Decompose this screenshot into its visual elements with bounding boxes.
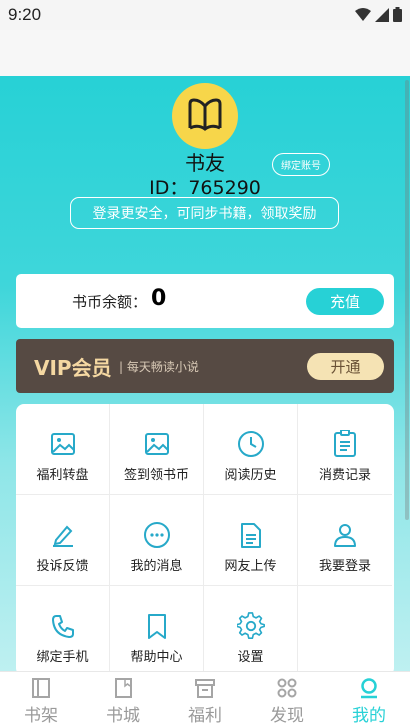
grid-item-empty	[298, 586, 392, 676]
grid-item-checkin[interactable]: 签到领书币	[110, 404, 204, 495]
battery-icon	[393, 7, 402, 22]
gear-icon	[236, 612, 265, 640]
grid-item-label: 签到领书币	[123, 468, 189, 483]
grid-item-help-center[interactable]: 帮助中心	[110, 586, 204, 676]
status-time: 9:20	[8, 5, 42, 24]
bookmark-icon	[143, 612, 171, 640]
user-id: ID：765290	[149, 177, 261, 199]
status-bar: 9:20	[0, 0, 410, 30]
signal-icon	[375, 7, 389, 22]
grid-item-label: 网友上传	[224, 559, 277, 574]
grid-item-feedback[interactable]: 投诉反馈	[16, 495, 110, 586]
grid-item-label: 福利转盘	[36, 468, 89, 483]
grid-dots-icon	[277, 678, 297, 698]
grid-item-reading-history[interactable]: 阅读历史	[204, 404, 298, 495]
grid-item-label: 我要登录	[318, 559, 371, 574]
grid-item-settings[interactable]: 设置	[204, 586, 298, 676]
nav-item-bookstore[interactable]: 书城	[82, 672, 164, 728]
nav-item-label: 我的	[352, 706, 386, 726]
grid-item-label: 阅读历史	[224, 468, 277, 483]
image-icon	[49, 430, 77, 458]
user-icon	[331, 521, 359, 549]
coin-balance-card: 书币余额： 0 充值	[16, 274, 394, 328]
nav-item-discover[interactable]: 发现	[246, 672, 328, 728]
nav-item-label: 发现	[270, 706, 304, 726]
nav-item-welfare[interactable]: 福利	[164, 672, 246, 728]
book-icon	[115, 678, 132, 698]
scrollbar[interactable]	[405, 80, 409, 520]
vip-open-button[interactable]: 开通	[307, 353, 384, 380]
coin-balance-value: 0	[151, 286, 167, 311]
feature-grid: 福利转盘 签到领书币 阅读历史 消费记录 投诉反馈 我的消息 网友上传 我要登录…	[16, 404, 394, 676]
nav-item-label: 书架	[24, 706, 58, 726]
recharge-button[interactable]: 充值	[306, 288, 384, 315]
nav-item-label: 书城	[106, 706, 140, 726]
clock-icon	[237, 430, 265, 458]
nav-item-label: 福利	[188, 706, 222, 726]
profile-icon	[361, 678, 377, 699]
coin-balance-label: 书币余额：	[72, 293, 148, 311]
login-hint-button[interactable]: 登录更安全，可同步书籍，领取奖励	[70, 197, 339, 229]
receipt-icon	[331, 430, 359, 458]
grid-item-purchase-records[interactable]: 消费记录	[298, 404, 392, 495]
grid-item-label: 消费记录	[318, 468, 371, 483]
document-icon	[237, 521, 265, 549]
nickname: 书友	[185, 151, 225, 175]
avatar[interactable]	[172, 83, 238, 149]
nav-item-mine[interactable]: 我的	[328, 672, 410, 728]
bottom-nav: 书架 书城 福利 发现 我的	[0, 671, 410, 728]
grid-item-messages[interactable]: 我的消息	[110, 495, 204, 586]
message-icon	[143, 521, 171, 549]
image-icon	[143, 430, 171, 458]
grid-item-user-upload[interactable]: 网友上传	[204, 495, 298, 586]
grid-item-label: 设置	[237, 650, 264, 665]
phone-icon	[49, 612, 77, 640]
vip-subtitle: | 每天畅读小说	[119, 360, 199, 374]
header-strip	[0, 30, 410, 76]
grid-item-label: 绑定手机	[36, 650, 89, 665]
grid-item-label: 帮助中心	[130, 650, 183, 665]
grid-item-label: 投诉反馈	[36, 559, 89, 574]
vip-card[interactable]: VIP会员 | 每天畅读小说 开通	[16, 339, 394, 393]
grid-item-login[interactable]: 我要登录	[298, 495, 392, 586]
grid-item-lucky-wheel[interactable]: 福利转盘	[16, 404, 110, 495]
nav-item-bookshelf[interactable]: 书架	[0, 672, 82, 728]
wifi-icon	[355, 7, 371, 21]
grid-item-label: 我的消息	[130, 559, 183, 574]
gift-icon	[195, 679, 215, 698]
status-icons	[355, 7, 402, 22]
grid-item-bind-phone[interactable]: 绑定手机	[16, 586, 110, 676]
vip-title: VIP会员	[34, 356, 112, 380]
book-icon	[188, 98, 222, 131]
bookshelf-icon	[32, 678, 50, 698]
pencil-icon	[49, 521, 77, 549]
